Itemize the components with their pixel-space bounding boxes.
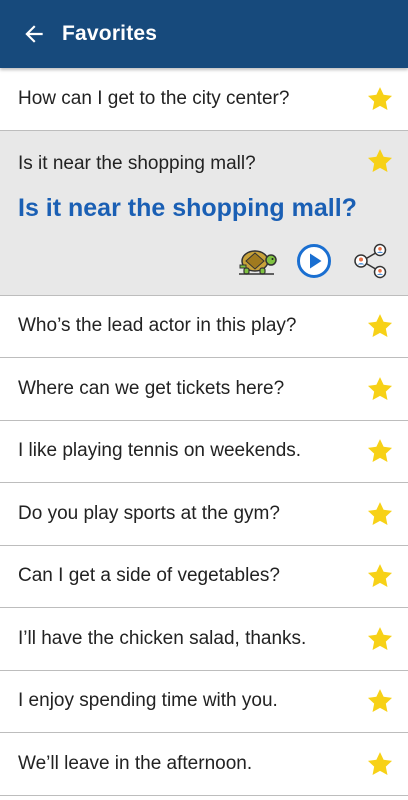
arrow-left-icon <box>25 25 43 43</box>
list-item[interactable]: How can I get to the city center? <box>0 68 408 131</box>
turtle-icon <box>239 249 277 275</box>
phrase-text: I’ll have the chicken salad, thanks. <box>18 627 307 649</box>
star-icon[interactable] <box>366 375 394 403</box>
star-icon[interactable] <box>366 85 394 113</box>
list-item[interactable]: Do you play sports at the gym? <box>0 483 408 546</box>
star-icon[interactable] <box>366 147 394 175</box>
star-icon[interactable] <box>366 437 394 465</box>
phrase-actions <box>238 241 390 281</box>
list-item[interactable]: I like playing tennis on weekends. <box>0 420 408 483</box>
share-icon <box>354 243 387 278</box>
star-icon[interactable] <box>366 500 394 528</box>
star-icon[interactable] <box>366 625 394 653</box>
phrase-text: Who’s the lead actor in this play? <box>18 315 297 337</box>
favorites-list: How can I get to the city center? Is it … <box>0 68 408 796</box>
back-button[interactable] <box>18 18 50 50</box>
phrase-text: I enjoy spending time with you. <box>18 690 278 712</box>
play-button[interactable] <box>294 241 334 281</box>
list-item-expanded[interactable]: Is it near the shopping mall? Is it near… <box>0 130 408 296</box>
slow-play-button[interactable] <box>238 241 278 281</box>
star-icon[interactable] <box>366 687 394 715</box>
star-icon[interactable] <box>366 312 394 340</box>
translation-text: Is it near the shopping mall? <box>18 193 357 222</box>
phrase-text: We’ll leave in the afternoon. <box>18 752 253 774</box>
list-item[interactable]: I’ll have the chicken salad, thanks. <box>0 608 408 671</box>
star-icon[interactable] <box>366 562 394 590</box>
page-title: Favorites <box>62 22 158 45</box>
list-item[interactable]: Who’s the lead actor in this play? <box>0 295 408 358</box>
share-button[interactable] <box>350 241 390 281</box>
list-item[interactable]: Where can we get tickets here? <box>0 358 408 421</box>
phrase-text: Where can we get tickets here? <box>18 377 285 399</box>
list-item[interactable]: Can I get a side of vegetables? <box>0 545 408 608</box>
star-icon[interactable] <box>366 750 394 778</box>
list-item[interactable]: We’ll leave in the afternoon. <box>0 733 408 796</box>
play-icon <box>297 243 331 278</box>
phrase-text: Do you play sports at the gym? <box>18 502 280 524</box>
app-bar: Favorites <box>0 0 408 68</box>
phrase-text: I like playing tennis on weekends. <box>18 440 302 462</box>
phrase-text: Can I get a side of vegetables? <box>18 565 280 587</box>
list-item[interactable]: I enjoy spending time with you. <box>0 670 408 733</box>
phrase-text: Is it near the shopping mall? <box>18 152 256 174</box>
phrase-text: How can I get to the city center? <box>18 87 290 109</box>
